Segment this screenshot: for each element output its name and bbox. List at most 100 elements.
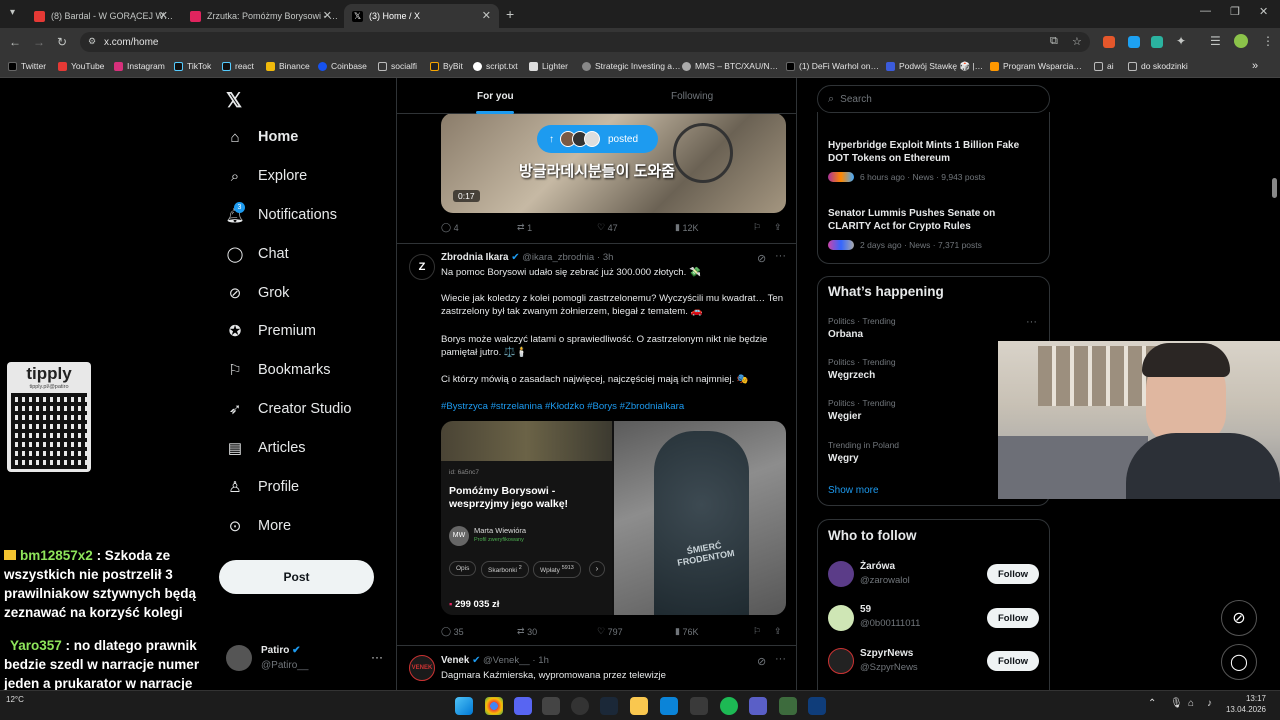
bookmark-item[interactable]: Podwój Stawkę 🎲 |… bbox=[886, 61, 983, 72]
page-scrollbar[interactable] bbox=[1272, 178, 1277, 198]
more-options-icon[interactable]: ··· bbox=[775, 250, 786, 262]
bookmark-item[interactable]: script.txt bbox=[473, 61, 518, 71]
avatar[interactable]: Z bbox=[409, 254, 435, 280]
bookmark-item[interactable]: Binance bbox=[266, 61, 310, 71]
sidebar-item-explore[interactable]: ⌕ Explore bbox=[226, 167, 307, 185]
sidebar-item-profile[interactable]: ♙ Profile bbox=[226, 478, 299, 496]
more-bookmarks-icon[interactable]: » bbox=[1252, 60, 1258, 72]
install-icon[interactable]: ⧉ bbox=[1050, 35, 1058, 48]
share-button[interactable]: ⇪ bbox=[774, 626, 782, 637]
views-button[interactable]: ▮ 76K bbox=[675, 626, 698, 637]
bookmark-item[interactable]: (1) DeFi Warhol on… bbox=[786, 61, 879, 71]
app-icon[interactable] bbox=[779, 697, 797, 715]
avatar[interactable] bbox=[828, 648, 854, 674]
bookmark-item[interactable]: Instagram bbox=[114, 61, 165, 71]
follow-button[interactable]: Follow bbox=[987, 608, 1039, 628]
discord-icon[interactable] bbox=[514, 697, 532, 715]
steam-icon[interactable] bbox=[600, 697, 618, 715]
trend-item[interactable]: Orbana bbox=[828, 329, 863, 340]
reply-button[interactable]: ◯ 35 bbox=[441, 626, 464, 637]
bookmark-button[interactable]: ⚐ bbox=[753, 626, 761, 637]
tweet-hashtags[interactable]: #Bystrzyca #strzelanina #Kłodzko #Borys … bbox=[441, 400, 786, 413]
sidebar-item-notifications[interactable]: 🔔︎ 3 Notifications bbox=[225, 202, 337, 224]
bookmark-folder[interactable]: ai bbox=[1094, 61, 1114, 71]
bookmark-item[interactable]: Coinbase bbox=[318, 61, 367, 71]
clock-date[interactable]: 13.04.2026 bbox=[1222, 705, 1266, 714]
share-button[interactable]: ⇪ bbox=[774, 222, 782, 233]
trend-item[interactable]: Węgier bbox=[828, 411, 861, 422]
bookmark-item[interactable]: ByBit bbox=[430, 61, 463, 71]
bookmark-item[interactable]: Strategic Investing a… bbox=[582, 61, 681, 71]
sidebar-item-premium[interactable]: ✪ Premium bbox=[226, 322, 316, 340]
author-handle[interactable]: @Venek__ bbox=[483, 655, 530, 666]
file-explorer-icon[interactable] bbox=[630, 697, 648, 715]
extension-icon[interactable] bbox=[1128, 36, 1140, 48]
more-options-icon[interactable]: ··· bbox=[775, 653, 786, 665]
like-button[interactable]: ♡ 47 bbox=[597, 222, 618, 233]
extension-icon[interactable] bbox=[1151, 36, 1163, 48]
volume-icon[interactable]: ♪ bbox=[1207, 698, 1212, 709]
follow-name[interactable]: SzpyrNews bbox=[860, 648, 913, 659]
site-info-icon[interactable]: ⚙ bbox=[88, 36, 96, 47]
microphone-icon[interactable]: 🎙︎ bbox=[1170, 698, 1183, 709]
chat-floating-button[interactable]: ◯ bbox=[1221, 644, 1257, 680]
new-posts-pill[interactable]: ↑ posted bbox=[537, 125, 658, 153]
sidebar-item-home[interactable]: ⌂ Home bbox=[226, 128, 298, 146]
show-more-link[interactable]: Show more bbox=[828, 485, 879, 496]
account-name[interactable]: Patiro ✔ bbox=[261, 645, 301, 656]
trend-item[interactable]: Węgrzech bbox=[828, 370, 875, 381]
tray-chevron-icon[interactable]: ⌃ bbox=[1148, 698, 1156, 709]
address-bar[interactable]: ⚙ x.com/home ⧉ ☆ bbox=[80, 32, 1090, 52]
close-window-button[interactable]: ✕ bbox=[1259, 5, 1268, 18]
close-icon[interactable]: ✕ bbox=[159, 9, 168, 22]
extension-icon[interactable] bbox=[1103, 36, 1115, 48]
browser-tab-bardal[interactable]: (8) Bardal - W GORĄCEJ W… ✕ bbox=[26, 4, 176, 28]
back-icon[interactable]: ← bbox=[9, 35, 21, 49]
trend-more-icon[interactable]: ··· bbox=[1026, 316, 1037, 328]
close-icon[interactable]: ✕ bbox=[482, 9, 491, 22]
bookmark-item[interactable]: Twitter bbox=[8, 61, 46, 71]
sidebar-item-grok[interactable]: ⊘ Grok bbox=[226, 284, 290, 302]
profile-avatar-icon[interactable] bbox=[1234, 34, 1248, 48]
browser-tab-zrzutka[interactable]: Zrzutka: Pomóżmy Borysowi - … ✕ bbox=[182, 4, 340, 28]
tweet-time[interactable]: 1h bbox=[538, 655, 549, 666]
tweet-media[interactable]: id: 6a5nc7 Pomóżmy Borysowi - wesprzyjmy… bbox=[441, 421, 786, 615]
bookmark-item[interactable]: Lighter bbox=[529, 61, 568, 71]
tab-following[interactable]: Following bbox=[671, 91, 713, 102]
bookmark-item[interactable]: Program Wsparcia… bbox=[990, 61, 1082, 71]
grok-icon[interactable]: ⊘ bbox=[757, 655, 766, 668]
bookmark-item[interactable]: react bbox=[222, 61, 254, 71]
author-handle[interactable]: @ikara_zbrodnia bbox=[522, 252, 594, 263]
minimize-button[interactable]: — bbox=[1200, 5, 1211, 17]
browser-tab-home-x[interactable]: 𝕏 (3) Home / X ✕ bbox=[344, 4, 499, 28]
tweet-time[interactable]: 3h bbox=[603, 252, 614, 263]
puzzle-icon[interactable]: ✦ bbox=[1176, 34, 1186, 48]
news-title[interactable]: Hyperbridge Exploit Mints 1 Billion Fake… bbox=[828, 139, 1038, 165]
reload-icon[interactable]: ↻ bbox=[57, 35, 67, 49]
clock-time[interactable]: 13:17 bbox=[1236, 694, 1266, 703]
spotify-icon[interactable] bbox=[720, 697, 738, 715]
avatar[interactable] bbox=[828, 605, 854, 631]
obs-icon[interactable] bbox=[571, 697, 589, 715]
chrome-icon[interactable] bbox=[485, 697, 503, 715]
app-icon[interactable] bbox=[749, 697, 767, 715]
follow-button[interactable]: Follow bbox=[987, 564, 1039, 584]
search-input[interactable]: ⌕ Search bbox=[817, 85, 1050, 113]
reply-button[interactable]: ◯ 4 bbox=[441, 222, 459, 233]
start-button[interactable] bbox=[455, 697, 473, 715]
bookmark-item[interactable]: YouTube bbox=[58, 61, 104, 71]
close-icon[interactable]: ✕ bbox=[323, 9, 332, 22]
author-name[interactable]: Venek bbox=[441, 655, 469, 666]
menu-icon[interactable]: ⋮ bbox=[1262, 34, 1274, 48]
sidebar-item-articles[interactable]: ▤ Articles bbox=[226, 439, 306, 457]
follow-button[interactable]: Follow bbox=[987, 651, 1039, 671]
follow-name[interactable]: Żarówa bbox=[860, 561, 895, 572]
new-tab-button[interactable]: + bbox=[506, 6, 514, 22]
avatar[interactable] bbox=[828, 561, 854, 587]
author-name[interactable]: Zbrodnia Ikara bbox=[441, 252, 509, 263]
avatar[interactable] bbox=[226, 645, 252, 671]
account-more-icon[interactable]: ··· bbox=[371, 650, 383, 664]
news-title[interactable]: Senator Lummis Pushes Senate on CLARITY … bbox=[828, 207, 1038, 233]
network-icon[interactable]: ⌂ bbox=[1188, 698, 1194, 709]
bookmark-star-icon[interactable]: ☆ bbox=[1072, 35, 1082, 48]
